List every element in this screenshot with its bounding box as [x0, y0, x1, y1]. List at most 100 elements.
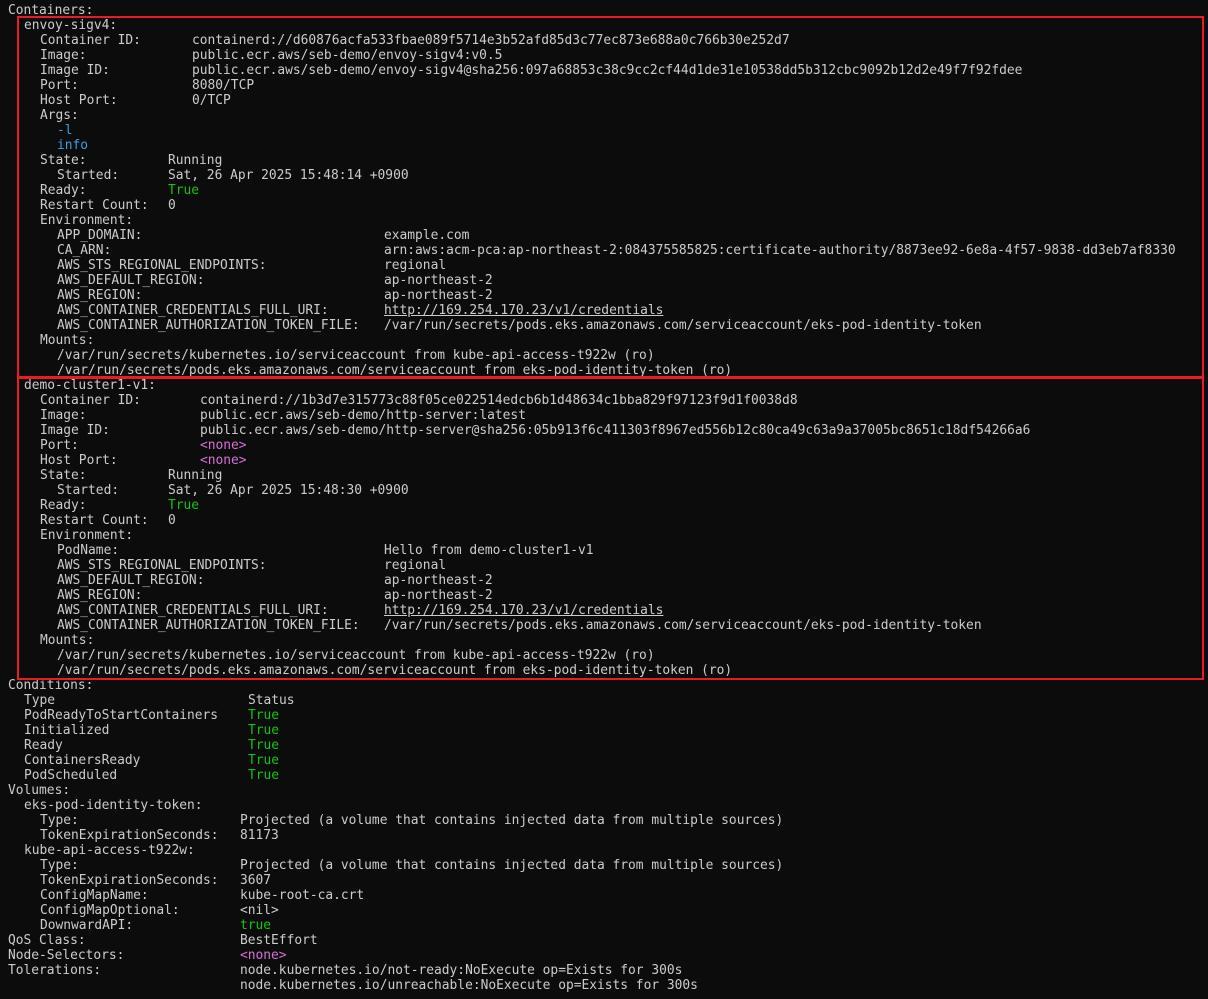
field-value: <none> [200, 438, 247, 453]
mount-path: /var/run/secrets/kubernetes.io/serviceac… [57, 348, 655, 363]
container-name: demo-cluster1-v1: [24, 378, 156, 393]
env-key: AWS_STS_REGIONAL_ENDPOINTS: [57, 258, 267, 273]
field-key: Ready: [40, 183, 87, 198]
environment-header: Environment: [40, 528, 133, 543]
volume-name-label: eks-pod-identity-token: [24, 798, 203, 813]
field-key: Port: [40, 438, 79, 453]
env-value: example.com [384, 228, 470, 243]
field-key: State: [40, 468, 87, 483]
field-value: public.ecr.aws/seb-demo/envoy-sigv4@sha2… [192, 63, 1023, 78]
volume-name: eks-pod-identity-token: [24, 798, 203, 813]
field-value: kube-root-ca.crt [240, 888, 365, 903]
condition-status: True [248, 723, 280, 738]
toleration-value: node.kubernetes.io/unreachable:NoExecute… [240, 978, 698, 993]
mount-entry: /var/run/secrets/pods.eks.amazonaws.com/… [57, 363, 732, 378]
condition-status: True [248, 753, 280, 768]
credentials-link[interactable]: http://169.254.170.23/v1/credentials [384, 303, 663, 318]
mount-entry: /var/run/secrets/kubernetes.io/serviceac… [57, 648, 655, 663]
field-value: containerd://d60876acfa533fbae089f5714e3… [192, 33, 790, 48]
env-key: CA_ARN: [57, 243, 112, 258]
container-name: envoy-sigv4: [24, 18, 117, 33]
section-label: Conditions: [8, 678, 94, 693]
section-label: Containers: [8, 3, 94, 18]
containers-header: Containers: [8, 3, 93, 18]
started-value: Sat, 26 Apr 2025 15:48:30 +0900 [168, 483, 409, 498]
field-key: Started: [57, 168, 120, 183]
env-key: APP_DOMAIN: [57, 228, 143, 243]
field-value: 0/TCP [192, 93, 231, 108]
field-key: State: [40, 153, 87, 168]
field-key: Restart Count: [40, 513, 149, 528]
env-value: ap-northeast-2 [384, 588, 493, 603]
env-value: Hello from demo-cluster1-v1 [384, 543, 594, 558]
qos-value: BestEffort [240, 933, 318, 948]
ready-value: True [168, 183, 200, 198]
container-name-label: envoy-sigv4: [24, 18, 118, 33]
mount-entry: /var/run/secrets/pods.eks.amazonaws.com/… [57, 663, 732, 678]
field-value: public.ecr.aws/seb-demo/http-server:late… [200, 408, 526, 423]
restart-value: 0 [168, 513, 176, 528]
column-header: Type [24, 693, 56, 708]
field-key: Environment: [40, 213, 134, 228]
env-value: arn:aws:acm-pca:ap-northeast-2:084375585… [384, 243, 1176, 258]
condition-type: Initialized [24, 723, 110, 738]
field-key: Container ID: [40, 33, 141, 48]
field-value: Projected (a volume that contains inject… [240, 813, 784, 828]
env-value: ap-northeast-2 [384, 573, 493, 588]
condition-status: True [248, 738, 280, 753]
env-value: ap-northeast-2 [384, 273, 493, 288]
env-key: AWS_CONTAINER_CREDENTIALS_FULL_URI: [57, 303, 329, 318]
env-value: regional [384, 558, 447, 573]
volumes-header: Volumes: [8, 783, 70, 798]
condition-status: True [248, 708, 280, 723]
mount-entry: /var/run/secrets/kubernetes.io/serviceac… [57, 348, 655, 363]
mounts-header: Mounts: [40, 333, 94, 348]
env-key: AWS_CONTAINER_CREDENTIALS_FULL_URI: [57, 603, 329, 618]
ready-value: True [168, 498, 200, 513]
field-key: Environment: [40, 528, 134, 543]
env-value: /var/run/secrets/pods.eks.amazonaws.com/… [384, 618, 982, 633]
field-key: Image ID: [40, 63, 110, 78]
arg-value: -l [57, 123, 73, 138]
volume-name-label: kube-api-access-t922w: [24, 843, 195, 858]
field-key: ConfigMapName: [40, 888, 149, 903]
container-name-label: demo-cluster1-v1: [24, 378, 156, 393]
toleration-value: node.kubernetes.io/not-ready:NoExecute o… [240, 963, 683, 978]
env-value: regional [384, 258, 447, 273]
terminal-output[interactable]: Containers: envoy-sigv4: Container ID: cont… [0, 0, 1208, 999]
env-key: PodName: [57, 543, 120, 558]
field-key: Type: [40, 813, 79, 828]
field-value: 81173 [240, 828, 279, 843]
arg-item: info [57, 138, 88, 153]
field-key: Container ID: [40, 393, 141, 408]
env-key: AWS_CONTAINER_AUTHORIZATION_TOKEN_FILE: [57, 318, 360, 333]
field-key: Started: [57, 483, 120, 498]
field-value: Projected (a volume that contains inject… [240, 858, 784, 873]
field-value: <nil> [240, 903, 279, 918]
conditions-header: Conditions: [8, 678, 93, 693]
field-key: Type: [40, 858, 79, 873]
field-key: Ready: [40, 498, 87, 513]
condition-type: ContainersReady [24, 753, 141, 768]
env-value: /var/run/secrets/pods.eks.amazonaws.com/… [384, 318, 982, 333]
env-value: ap-northeast-2 [384, 288, 493, 303]
field-key: Image: [40, 408, 87, 423]
field-value: public.ecr.aws/seb-demo/http-server@sha2… [200, 423, 1031, 438]
mount-path: /var/run/secrets/kubernetes.io/serviceac… [57, 648, 655, 663]
arg-item: -l [57, 123, 73, 138]
field-key: Restart Count: [40, 198, 149, 213]
field-key: TokenExpirationSeconds: [40, 828, 219, 843]
node-selectors-value: <none> [240, 948, 287, 963]
condition-type: PodReadyToStartContainers [24, 708, 219, 723]
field-key: Host Port: [40, 93, 118, 108]
condition-type: Ready [24, 738, 63, 753]
environment-header: Environment: [40, 213, 133, 228]
field-key: Mounts: [40, 333, 95, 348]
field-key: Tolerations: [8, 963, 102, 978]
field-key: Mounts: [40, 633, 95, 648]
field-value: public.ecr.aws/seb-demo/envoy-sigv4:v0.5 [192, 48, 503, 63]
credentials-link[interactable]: http://169.254.170.23/v1/credentials [384, 603, 663, 618]
field-key: Args: [40, 108, 79, 123]
env-key: AWS_DEFAULT_REGION: [57, 573, 205, 588]
mount-path: /var/run/secrets/pods.eks.amazonaws.com/… [57, 663, 733, 678]
